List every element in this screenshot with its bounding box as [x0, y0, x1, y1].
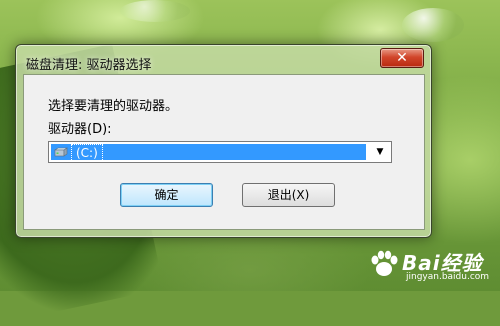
close-button[interactable]: ✕	[380, 48, 424, 68]
chevron-down-icon: ▼	[376, 147, 384, 157]
drive-select-dropdown-button[interactable]: ▼	[368, 142, 391, 162]
dialog-body: 选择要清理的驱动器。 驱动器(D): (C:) ▼ 确定 退出(X)	[23, 74, 425, 230]
water-drop	[402, 8, 464, 42]
drive-select[interactable]: (C:) ▼	[48, 141, 392, 163]
watermark-url: jingyan.baidu.com	[406, 272, 490, 282]
drive-select-value[interactable]: (C:)	[51, 144, 366, 162]
drive-label: 驱动器(D):	[48, 122, 112, 137]
dialog-title: 磁盘清理: 驱动器选择	[26, 58, 152, 73]
hard-drive-icon	[54, 147, 68, 157]
water-drop	[120, 0, 190, 22]
prompt-text: 选择要清理的驱动器。	[48, 99, 179, 114]
drive-select-text: (C:)	[71, 144, 103, 162]
title-bar[interactable]: 磁盘清理: 驱动器选择 ✕	[16, 45, 431, 75]
exit-button[interactable]: 退出(X)	[242, 183, 335, 207]
baidu-jingyan-watermark: Bai经验 jingyan.baidu.com	[362, 245, 492, 285]
paw-logo-icon	[371, 250, 398, 276]
ok-button[interactable]: 确定	[120, 183, 213, 207]
close-icon: ✕	[396, 50, 408, 66]
disk-cleanup-dialog: 磁盘清理: 驱动器选择 ✕ 选择要清理的驱动器。 驱动器(D): (C:) ▼ …	[15, 44, 432, 238]
